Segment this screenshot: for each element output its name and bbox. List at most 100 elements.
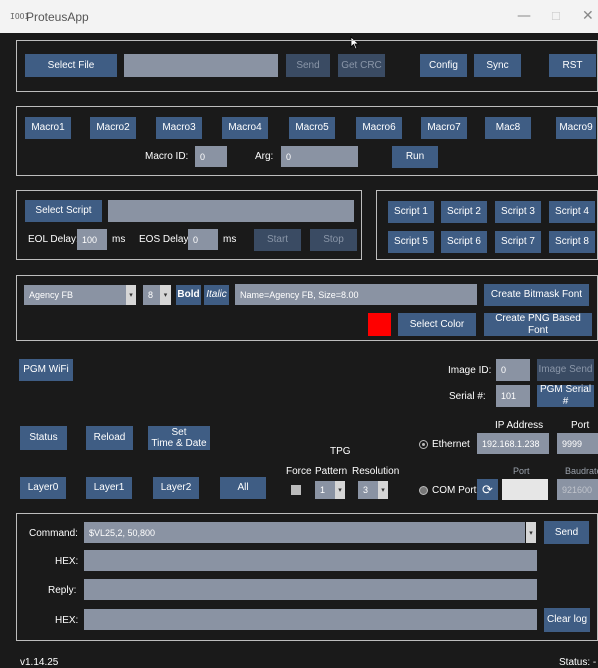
eol-delay-field[interactable]: 100 (77, 229, 107, 250)
reload-button[interactable]: Reload (86, 426, 133, 450)
eos-delay-label: EOS Delay: (139, 234, 192, 245)
com-port-label: Port (513, 466, 530, 476)
stop-button[interactable]: Stop (310, 229, 357, 251)
script-button[interactable]: Script 7 (495, 231, 541, 253)
font-family-dropdown-icon[interactable]: ▾ (126, 285, 136, 305)
arg-label: Arg: (255, 151, 274, 162)
send-file-button[interactable]: Send (286, 54, 330, 77)
com-port-radio[interactable] (419, 486, 428, 495)
clear-log-button[interactable]: Clear log (544, 608, 590, 632)
maximize-icon[interactable]: ☐ (551, 10, 561, 23)
script-button[interactable]: Script 6 (441, 231, 487, 253)
eol-delay-unit: ms (112, 234, 126, 245)
layer-button[interactable]: Layer2 (153, 477, 199, 499)
com-port-text: COM Port (432, 485, 477, 496)
pattern-dropdown-icon[interactable]: ▾ (335, 481, 345, 499)
pgm-wifi-button[interactable]: PGM WiFi (19, 359, 73, 381)
port-label: Port (571, 420, 590, 431)
script-button[interactable]: Script 8 (549, 231, 595, 253)
macro-id-field[interactable]: 0 (195, 146, 227, 167)
macro-button[interactable]: Macro4 (222, 117, 268, 139)
baudrate-field[interactable]: 921600 (557, 479, 598, 500)
font-size-select[interactable]: 8 (143, 285, 160, 305)
arg-field[interactable]: 0 (281, 146, 358, 167)
pgm-serial-button[interactable]: PGM Serial # (537, 384, 594, 407)
select-color-button[interactable]: Select Color (398, 313, 476, 336)
create-png-font-button[interactable]: Create PNG Based Font (484, 313, 592, 336)
serial-field[interactable]: 101 (496, 385, 530, 407)
script-button[interactable]: Script 3 (495, 201, 541, 223)
command-field[interactable]: $VL25,2, 50,800 (84, 522, 525, 543)
macro-button[interactable]: Mac8 (485, 117, 531, 139)
select-file-button[interactable]: Select File (25, 54, 117, 77)
layer-button[interactable]: All (220, 477, 266, 499)
macro-button[interactable]: Macro5 (289, 117, 335, 139)
italic-button[interactable]: Italic (204, 285, 229, 305)
eol-delay-label: EOL Delay: (28, 234, 79, 245)
font-family-select[interactable]: Agency FB (24, 285, 126, 305)
hex-field[interactable] (84, 550, 537, 571)
image-send-button[interactable]: Image Send (537, 359, 594, 381)
macro-button[interactable]: Macro9 (556, 117, 596, 139)
macro-id-label: Macro ID: (145, 151, 189, 162)
font-size-dropdown-icon[interactable]: ▾ (160, 285, 171, 305)
color-swatch[interactable] (368, 313, 391, 336)
script-button[interactable]: Script 5 (388, 231, 434, 253)
rst-button[interactable]: RST (549, 54, 596, 77)
reply-field[interactable] (84, 579, 537, 600)
eos-delay-field[interactable]: 0 (188, 229, 218, 250)
command-send-button[interactable]: Send (544, 521, 589, 544)
run-button[interactable]: Run (392, 146, 438, 168)
resolution-select[interactable]: 3 (358, 481, 378, 499)
ethernet-radio[interactable] (419, 440, 428, 449)
bold-button[interactable]: Bold (176, 285, 201, 305)
layer-button[interactable]: Layer0 (20, 477, 66, 499)
eos-delay-unit: ms (223, 234, 237, 245)
status-button[interactable]: Status (20, 426, 67, 450)
select-script-button[interactable]: Select Script (25, 200, 102, 222)
macro-button[interactable]: Macro2 (90, 117, 136, 139)
resolution-dropdown-icon[interactable]: ▾ (378, 481, 388, 499)
get-crc-button[interactable]: Get CRC (338, 54, 385, 77)
port-field[interactable]: 9999 (557, 433, 598, 454)
file-path-field[interactable] (124, 54, 278, 77)
minimize-icon[interactable]: — (517, 8, 531, 24)
ip-address-label: IP Address (495, 420, 544, 431)
set-time-date-button[interactable]: Set Time & Date (148, 426, 210, 450)
pattern-select[interactable]: 1 (315, 481, 335, 499)
reply-label: Reply: (48, 585, 77, 596)
close-icon[interactable]: ✕ (582, 8, 594, 24)
hex-label: HEX: (55, 556, 79, 567)
resolution-label: Resolution (352, 466, 400, 477)
refresh-icon[interactable]: ⟳ (477, 479, 498, 500)
sync-button[interactable]: Sync (474, 54, 521, 77)
config-button[interactable]: Config (420, 54, 467, 77)
start-button[interactable]: Start (254, 229, 301, 251)
status-label: Status: - (559, 657, 597, 668)
hex-reply-field[interactable] (84, 609, 537, 630)
title-bar: IOOI ProteusApp — ☐ ✕ (0, 0, 598, 33)
force-checkbox[interactable] (291, 485, 301, 495)
script-button[interactable]: Script 2 (441, 201, 487, 223)
force-label: Force (286, 466, 312, 477)
baudrate-label: Baudrate (565, 466, 598, 476)
script-button[interactable]: Script 1 (388, 201, 434, 223)
script-button[interactable]: Script 4 (549, 201, 595, 223)
create-bitmask-font-button[interactable]: Create Bitmask Font (484, 284, 589, 306)
macro-button[interactable]: Macro6 (356, 117, 402, 139)
version-label: v1.14.25 (20, 657, 59, 668)
command-dropdown-icon[interactable]: ▾ (526, 522, 536, 543)
hex-reply-label: HEX: (55, 615, 79, 626)
image-id-field[interactable]: 0 (496, 359, 530, 381)
macro-button[interactable]: Macro7 (421, 117, 467, 139)
macro-button[interactable]: Macro3 (156, 117, 202, 139)
font-description-field: Name=Agency FB, Size=8.00 (235, 284, 477, 305)
layer-button[interactable]: Layer1 (86, 477, 132, 499)
command-label: Command: (29, 528, 78, 539)
script-path-field[interactable] (108, 200, 354, 222)
image-id-label: Image ID: (448, 365, 492, 376)
window-title: ProteusApp (26, 10, 89, 24)
macro-button[interactable]: Macro1 (25, 117, 71, 139)
ip-address-field[interactable]: 192.168.1.238 (477, 433, 549, 454)
com-port-select[interactable] (502, 479, 548, 500)
